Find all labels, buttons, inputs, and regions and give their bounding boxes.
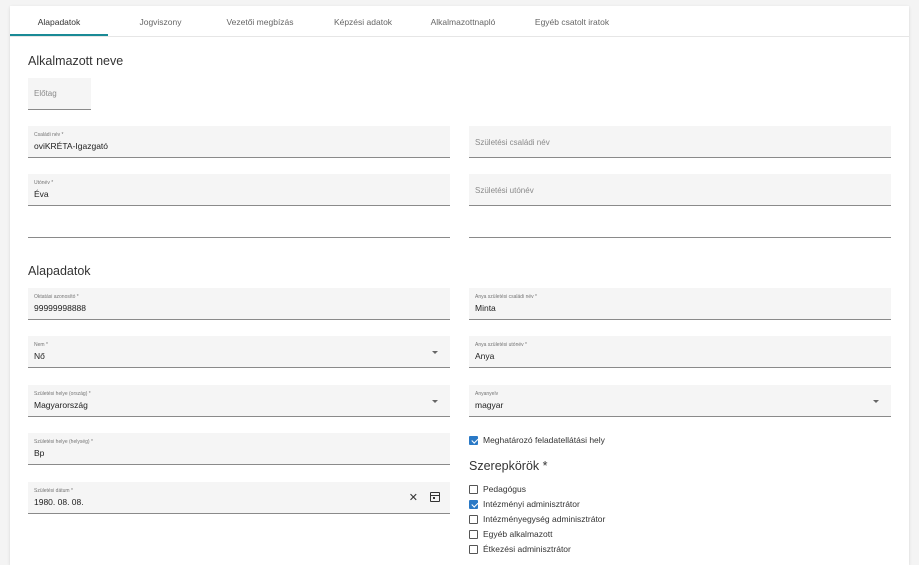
role-label: Étkezési adminisztrátor xyxy=(483,544,571,554)
tab-alapadatok[interactable]: Alapadatok xyxy=(10,6,108,37)
gender-value: Nő xyxy=(34,351,45,361)
tab-vezetoi-megbizas[interactable]: Vezetői megbízás xyxy=(210,6,310,37)
role-label: Intézményegység adminisztrátor xyxy=(483,514,606,524)
birth-family-name-placeholder: Születési családi név xyxy=(475,138,550,147)
calendar-icon[interactable] xyxy=(430,492,440,502)
education-id-field[interactable]: Oktatási azonosító * 99999998888 xyxy=(28,288,450,320)
checkbox-icon xyxy=(469,514,478,524)
role-label: Intézményi adminisztrátor xyxy=(483,499,580,509)
determining-site-checkbox[interactable]: Meghatározó feladatellátási hely xyxy=(469,435,605,445)
birth-city-value: Bp xyxy=(34,448,45,458)
birth-country-label: Születési helye (ország) * xyxy=(34,391,91,397)
given-name-field[interactable]: Utónév * Éva xyxy=(28,174,450,206)
family-name-label: Családi név * xyxy=(34,132,64,138)
birth-family-name-field[interactable]: Születési családi név xyxy=(469,126,891,158)
given-name-label: Utónév * xyxy=(34,180,54,186)
birth-city-field[interactable]: Születési helye (helység) * Bp xyxy=(28,433,450,465)
birth-date-label: Születési dátum * xyxy=(34,488,73,494)
tab-kepzesi-adatok[interactable]: Képzési adatok xyxy=(318,6,408,37)
gender-select[interactable]: Nem * Nő xyxy=(28,336,450,368)
role-label: Egyéb alkalmazott xyxy=(483,529,553,539)
family-name-field[interactable]: Családi név * oviKRÉTA-Igazgató xyxy=(28,126,450,158)
mother-given-name-value: Anya xyxy=(475,351,495,361)
checkbox-icon xyxy=(469,544,478,554)
birth-date-value: 1980. 08. 08. xyxy=(34,497,84,507)
role-checkbox-intezmenyegyseg-adminisztrator[interactable]: Intézményegység adminisztrátor xyxy=(469,514,605,524)
checkbox-checked-icon xyxy=(469,435,478,445)
mother-tongue-value: magyar xyxy=(475,400,504,410)
checkbox-icon xyxy=(469,484,478,494)
birth-country-value: Magyarország xyxy=(34,400,88,410)
chevron-down-icon xyxy=(432,400,438,403)
tab-bar: Alapadatok Jogviszony Vezetői megbízás K… xyxy=(10,6,909,37)
extra-name-field-left[interactable] xyxy=(28,218,450,238)
mother-given-name-label: Anya születési utónév * xyxy=(475,342,527,348)
section-title-employee-name: Alkalmazott neve xyxy=(28,54,124,68)
mother-tongue-label: Anyanyelv xyxy=(475,391,499,397)
birth-given-name-placeholder: Születési utónév xyxy=(475,186,534,195)
birth-given-name-field[interactable]: Születési utónév xyxy=(469,174,891,206)
chevron-down-icon xyxy=(873,400,879,403)
education-id-label: Oktatási azonosító * xyxy=(34,294,79,300)
prefix-placeholder: Előtag xyxy=(34,89,57,98)
gender-label: Nem * xyxy=(34,342,48,348)
role-checkbox-etkezesi-adminisztrator[interactable]: Étkezési adminisztrátor xyxy=(469,544,571,554)
chevron-down-icon xyxy=(432,351,438,354)
mother-given-name-field[interactable]: Anya születési utónév * Anya xyxy=(469,336,891,368)
role-checkbox-egyeb-alkalmazott[interactable]: Egyéb alkalmazott xyxy=(469,529,552,539)
clear-icon[interactable]: ✕ xyxy=(409,491,418,505)
mother-family-name-label: Anya születési családi név * xyxy=(475,294,537,300)
checkbox-checked-icon xyxy=(469,499,478,509)
employee-form-card: Alapadatok Jogviszony Vezetői megbízás K… xyxy=(10,6,909,565)
mother-tongue-select[interactable]: Anyanyelv magyar xyxy=(469,385,891,417)
family-name-value: oviKRÉTA-Igazgató xyxy=(34,141,109,151)
education-id-value: 99999998888 xyxy=(34,303,87,313)
role-label: Pedagógus xyxy=(483,484,527,494)
section-title-basic-data: Alapadatok xyxy=(28,264,91,278)
determining-site-label: Meghatározó feladatellátási hely xyxy=(483,435,605,445)
mother-family-name-field[interactable]: Anya születési családi név * Minta xyxy=(469,288,891,320)
active-tab-indicator xyxy=(10,34,108,36)
role-checkbox-pedagogus[interactable]: Pedagógus xyxy=(469,484,526,494)
tab-egyeb-csatolt-iratok[interactable]: Egyéb csatolt iratok xyxy=(518,6,626,37)
birth-city-label: Születési helye (helység) * xyxy=(34,439,93,445)
birth-date-field[interactable]: Születési dátum * 1980. 08. 08. ✕ xyxy=(28,482,450,514)
section-title-roles: Szerepkörök * xyxy=(469,459,548,473)
tab-alkalmazottnaplo[interactable]: Alkalmazottnapló xyxy=(413,6,513,37)
checkbox-icon xyxy=(469,529,478,539)
prefix-field[interactable]: Előtag xyxy=(28,78,91,110)
role-checkbox-intezmenyi-adminisztrator[interactable]: Intézményi adminisztrátor xyxy=(469,499,580,509)
mother-family-name-value: Minta xyxy=(475,303,496,313)
tab-jogviszony[interactable]: Jogviszony xyxy=(118,6,203,37)
given-name-value: Éva xyxy=(34,189,49,199)
extra-name-field-right[interactable] xyxy=(469,218,891,238)
birth-country-select[interactable]: Születési helye (ország) * Magyarország xyxy=(28,385,450,417)
